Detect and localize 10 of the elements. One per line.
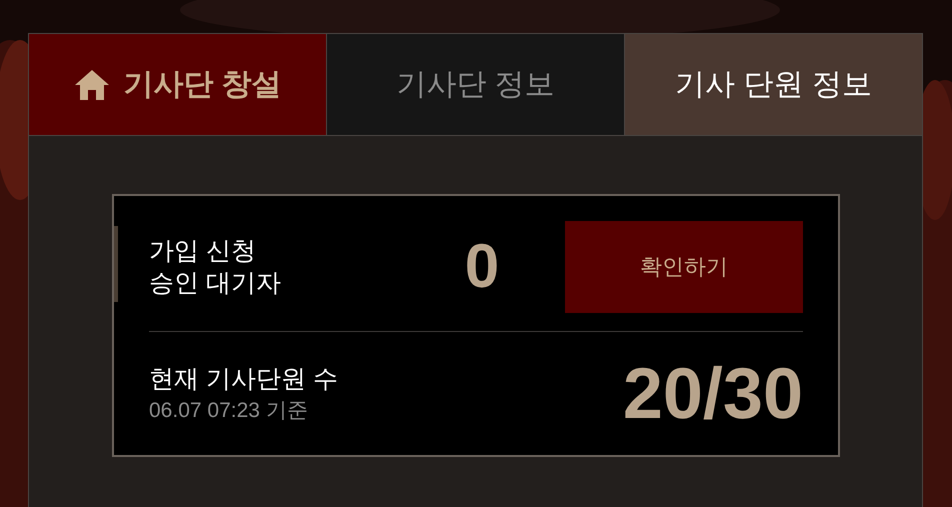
members-count: 20/30 [622, 358, 803, 430]
tab[interactable]: 기사단 창설 [29, 34, 326, 135]
confirm-button[interactable]: 확인하기 [565, 220, 803, 312]
house-icon [73, 68, 112, 102]
members-label: 현재 기사단원 수 [149, 364, 338, 394]
pending-count: 0 [464, 231, 500, 303]
pending-label: 가입 신청 승인 대기자 [149, 236, 282, 298]
timestamp: 06.07 07:23 기준 [149, 398, 309, 424]
tab[interactable]: 기사 단원 정보 [624, 34, 922, 135]
tab[interactable]: 기사단 정보 [326, 34, 624, 135]
